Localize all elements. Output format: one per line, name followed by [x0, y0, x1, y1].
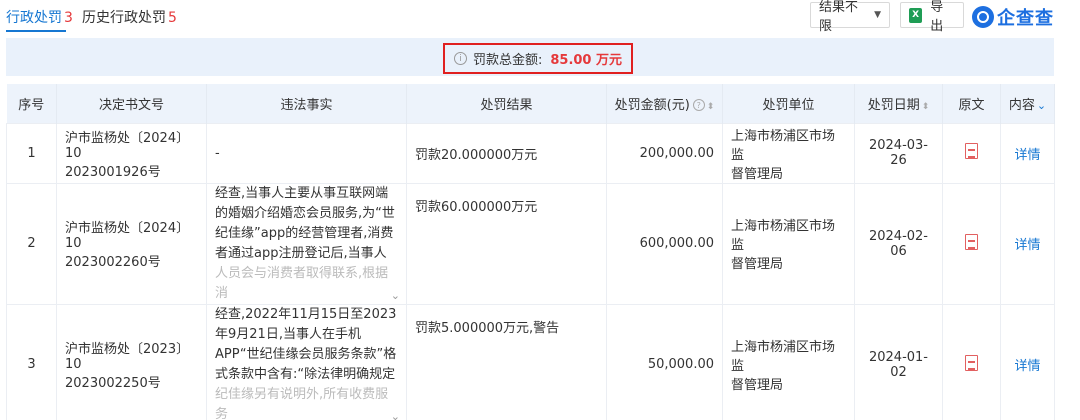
row-content: 详情 [1000, 182, 1055, 305]
fact-fade-text: 纪佳缘另有说明外,所有收费服务 [215, 386, 389, 420]
export-label: 导出 [930, 0, 944, 34]
tab-count: 5 [168, 10, 177, 26]
row-original [942, 182, 1001, 305]
fact-text: 经查,当事人主要从事互联网端的婚姻介绍婚恋会员服务,为“世纪佳缘”app的经营管… [215, 185, 395, 261]
export-button[interactable]: X 导出 [900, 0, 964, 34]
col-index: 序号 [6, 84, 57, 123]
col-amount[interactable]: 处罚金额(元)? ⬍ [606, 84, 723, 123]
col-amount-label: 处罚金额(元) [614, 97, 690, 113]
row-amount: 600,000.00 [606, 182, 723, 305]
fact-block: 经查,2022年11月15日至2023年9月21日,当事人在手机APP“世纪佳缘… [215, 305, 400, 420]
unit-line: 上海市杨浦区市场监 [731, 219, 836, 253]
chevron-double-down-icon: ⌄ [1036, 98, 1047, 112]
sort-icon: ⬍ [706, 101, 715, 112]
row-content: 详情 [1000, 303, 1055, 420]
col-fact: 违法事实 [206, 84, 407, 123]
detail-link[interactable]: 详情 [1014, 238, 1040, 253]
expand-icon[interactable]: ⌄ [391, 286, 400, 306]
filter-label: 结果不限 [819, 0, 859, 34]
fine-total-value: 85.00 万元 [550, 53, 623, 68]
row-unit: 上海市杨浦区市场监督管理局 [722, 122, 855, 184]
col-unit: 处罚单位 [722, 84, 855, 123]
row-amount: 50,000.00 [606, 303, 723, 420]
row-index: 1 [6, 122, 57, 184]
row-unit: 上海市杨浦区市场监督管理局 [722, 182, 855, 305]
sort-icon: ⬍ [921, 101, 930, 112]
active-tab-indicator [6, 30, 66, 32]
brand-logo: 企查查 [972, 4, 1054, 30]
doc-no-line: 沪市监杨处〔2023〕10 [65, 342, 190, 372]
row-result: 罚款20.000000万元 [406, 122, 607, 184]
caret-down-icon: ▼ [874, 10, 881, 20]
row-result: 罚款5.000000万元,警告 [406, 303, 607, 420]
table-header-row: 序号 决定书文号 违法事实 处罚结果 处罚金额(元)? ⬍ 处罚单位 处罚日期 ⬍ … [6, 84, 1055, 123]
row-date: 2024-03-26 [854, 122, 943, 184]
tab-bar: 行政处罚 3 历史行政处罚 5 结果不限 ▼ X 导出 企查查 [0, 0, 1080, 34]
tab-label: 行政处罚 [6, 10, 62, 26]
row-date: 2024-02-06 [854, 182, 943, 305]
col-doc-no: 决定书文号 [56, 84, 207, 123]
row-amount: 200,000.00 [606, 122, 723, 184]
row-content: 详情 [1000, 122, 1055, 184]
fact-text: 经查,2022年11月15日至2023年9月21日,当事人在手机APP“世纪佳缘… [215, 306, 397, 382]
tab-history-penalty[interactable]: 历史行政处罚 5 [82, 7, 177, 27]
col-content[interactable]: 内容 ⌄ [1000, 84, 1055, 123]
doc-no-line: 2023002260号 [65, 255, 161, 270]
expand-icon[interactable]: ⌄ [391, 407, 400, 420]
pdf-icon[interactable] [965, 354, 978, 371]
help-icon: ? [692, 99, 705, 112]
row-index: 2 [6, 182, 57, 305]
brand-name: 企查查 [997, 8, 1054, 29]
result-filter-dropdown[interactable]: 结果不限 ▼ [810, 0, 890, 34]
unit-line: 上海市杨浦区市场监 [731, 128, 836, 163]
detail-link[interactable]: 详情 [1014, 148, 1040, 163]
pdf-icon[interactable] [965, 143, 978, 159]
col-date[interactable]: 处罚日期 ⬍ [854, 84, 943, 123]
info-icon: i [453, 52, 467, 65]
row-fact: - [206, 122, 407, 184]
row-date: 2024-01-02 [854, 303, 943, 420]
col-date-label: 处罚日期 [867, 97, 920, 113]
tab-label: 历史行政处罚 [82, 10, 166, 26]
row-doc-no: 沪市监杨处〔2024〕10 2023002260号 [56, 182, 207, 305]
fact-fade-text: 人员会与消费者取得联系,根据消 [215, 265, 389, 301]
row-original [942, 303, 1001, 420]
penalty-table: 序号 决定书文号 违法事实 处罚结果 处罚金额(元)? ⬍ 处罚单位 处罚日期 ⬍ … [6, 84, 1055, 420]
doc-no-line: 2023002250号 [65, 376, 161, 391]
table-row: 1 沪市监杨处〔2024〕10 2023001926号 - 罚款20.000000… [6, 122, 1055, 184]
row-fact: 经查,当事人主要从事互联网端的婚姻介绍婚恋会员服务,为“世纪佳缘”app的经营管… [206, 182, 407, 306]
excel-icon: X [909, 7, 923, 23]
row-doc-no: 沪市监杨处〔2024〕10 2023001926号 [56, 122, 207, 184]
col-content-label: 内容 [1008, 97, 1035, 113]
fine-total-summary: i 罚款总金额: 85.00 万元 [443, 43, 633, 74]
col-result: 处罚结果 [406, 84, 607, 123]
pdf-icon[interactable] [965, 233, 978, 250]
fact-block: 经查,当事人主要从事互联网端的婚姻介绍婚恋会员服务,为“世纪佳缘”app的经营管… [215, 184, 400, 306]
row-unit: 上海市杨浦区市场监督管理局 [722, 303, 855, 420]
fine-total-label: 罚款总金额: [472, 53, 543, 68]
col-original: 原文 [942, 84, 1001, 123]
row-doc-no: 沪市监杨处〔2023〕10 2023002250号 [56, 303, 207, 420]
row-result: 罚款60.000000万元 [406, 182, 607, 305]
doc-no-line: 沪市监杨处〔2024〕10 [65, 221, 190, 251]
unit-line: 上海市杨浦区市场监 [731, 340, 836, 374]
unit-line: 督管理局 [731, 166, 784, 182]
unit-line: 督管理局 [731, 257, 784, 272]
tab-count: 3 [64, 10, 73, 26]
detail-link[interactable]: 详情 [1014, 359, 1040, 374]
doc-no-line: 2023001926号 [65, 164, 161, 180]
row-original [942, 122, 1001, 184]
row-fact: 经查,2022年11月15日至2023年9月21日,当事人在手机APP“世纪佳缘… [206, 303, 407, 420]
doc-no-line: 沪市监杨处〔2024〕10 [65, 130, 190, 161]
table-row: 3 沪市监杨处〔2023〕10 2023002250号 经查,2022年11月15… [6, 303, 1055, 420]
tab-admin-penalty[interactable]: 行政处罚 3 [6, 7, 73, 27]
table-row: 2 沪市监杨处〔2024〕10 2023002260号 经查,当事人主要从事互联网… [6, 182, 1055, 306]
qcc-logo-icon [972, 6, 994, 28]
row-index: 3 [6, 303, 57, 420]
unit-line: 督管理局 [731, 378, 784, 393]
